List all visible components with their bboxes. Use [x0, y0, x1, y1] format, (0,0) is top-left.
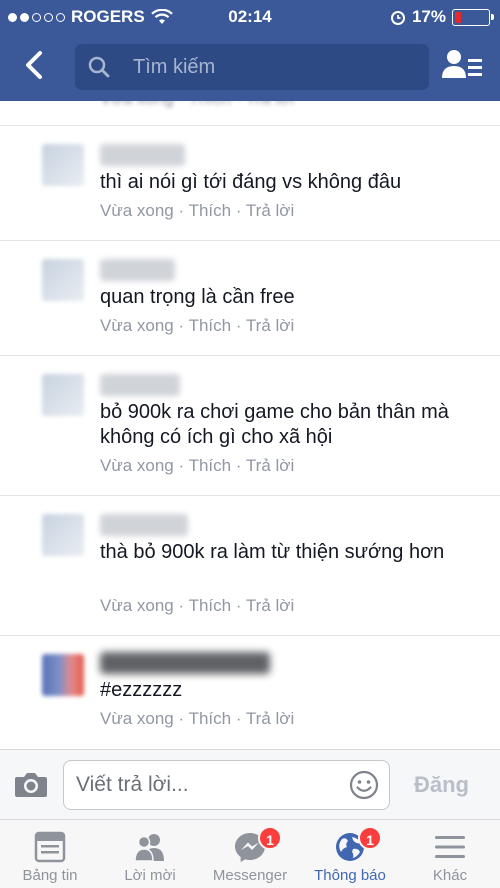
- comment-item: bỏ 900k ra chơi game cho bản thân mà khô…: [0, 356, 500, 496]
- search-bar[interactable]: Tìm kiếm: [75, 44, 429, 90]
- commenter-name[interactable]: [100, 652, 270, 674]
- reply-composer: Đăng: [0, 749, 500, 819]
- like-button[interactable]: Thích: [189, 709, 232, 728]
- reply-button[interactable]: Trả lời: [246, 201, 294, 220]
- search-icon: [88, 56, 110, 78]
- status-bar: ROGERS 02:14 17%: [0, 0, 500, 34]
- reply-input[interactable]: [76, 771, 346, 799]
- tab-notifications[interactable]: 1 Thông báo: [300, 820, 400, 888]
- avatar[interactable]: [42, 144, 84, 186]
- comment-item: #ezzzzzz Vừa xong · Thích · Trả lời: [0, 636, 500, 749]
- news-feed-icon: [34, 831, 66, 863]
- commenter-name[interactable]: [100, 514, 188, 536]
- search-placeholder: Tìm kiếm: [133, 56, 216, 78]
- comment-list[interactable]: Vừa xong · Thích · Trả lời thì ai nói gì…: [0, 101, 500, 749]
- comment-text: bỏ 900k ra chơi game cho bản thân mà khô…: [100, 401, 449, 448]
- commenter-name[interactable]: [100, 259, 175, 281]
- chevron-left-icon: [26, 51, 42, 79]
- comment-actions: Vừa xong · Thích · Trả lời: [100, 596, 295, 615]
- menu-icon: [435, 836, 465, 858]
- camera-button[interactable]: [14, 770, 48, 803]
- avatar[interactable]: [42, 654, 84, 696]
- tab-messenger[interactable]: 1 Messenger: [200, 820, 300, 888]
- notification-badge: 1: [358, 826, 382, 850]
- reply-button[interactable]: Trả lời: [246, 316, 294, 335]
- navigation-header: ROGERS 02:14 17% Tìm kiếm: [0, 0, 500, 101]
- comment-actions: Vừa xong · Thích · Trả lời: [100, 201, 295, 220]
- battery-icon: [452, 8, 494, 26]
- alarm-icon: [390, 11, 405, 25]
- comment-item: thì ai nói gì tới đáng vs không đâu Vừa …: [0, 126, 500, 241]
- tab-news-feed[interactable]: Bảng tin: [0, 820, 100, 888]
- friends-list-button[interactable]: [442, 48, 484, 82]
- comment-time: Vừa xong: [100, 709, 174, 728]
- commenter-name[interactable]: [100, 144, 185, 166]
- friends-list-icon: [442, 50, 482, 78]
- comment-time: Vừa xong: [100, 201, 174, 220]
- tab-label: Thông báo: [314, 867, 386, 884]
- tab-more[interactable]: Khác: [400, 820, 500, 888]
- comment-text: quan trọng là cần free: [100, 286, 295, 308]
- camera-icon: [15, 773, 47, 797]
- back-button[interactable]: [18, 48, 52, 82]
- tab-label: Messenger: [212, 867, 288, 884]
- like-button[interactable]: Thích: [189, 596, 232, 615]
- friend-requests-icon: [134, 834, 164, 862]
- comment-text: thà bỏ 900k ra làm từ thiện sướng hơn: [100, 541, 445, 563]
- comment-time: Vừa xong: [100, 316, 174, 335]
- comment-time: Vừa xong: [100, 596, 174, 615]
- comment-time: Vừa xong: [100, 456, 174, 475]
- reply-button[interactable]: Trả lời: [246, 709, 294, 728]
- like-button[interactable]: Thích: [189, 201, 232, 220]
- tab-label: Khác: [432, 867, 468, 884]
- bottom-tab-bar: Bảng tin Lời mời 1 Messenger 1 Thông báo: [0, 819, 500, 888]
- comment-actions: Vừa xong · Thích · Trả lời: [100, 316, 295, 335]
- comment-actions: Vừa xong · Thích · Trả lời: [100, 709, 295, 728]
- emoji-button[interactable]: [349, 770, 379, 805]
- reply-input-container[interactable]: [63, 760, 390, 810]
- commenter-name[interactable]: [100, 374, 180, 396]
- smiley-icon: [349, 770, 379, 800]
- comment-text: #ezzzzzz: [100, 679, 183, 701]
- comment-item: quan trọng là cần free Vừa xong · Thích …: [0, 241, 500, 356]
- notification-badge: 1: [258, 826, 282, 850]
- tab-friend-requests[interactable]: Lời mời: [100, 820, 200, 888]
- like-button[interactable]: Thích: [189, 456, 232, 475]
- battery-percentage: 17%: [411, 7, 446, 26]
- avatar[interactable]: [42, 259, 84, 301]
- comment-item: thà bỏ 900k ra làm từ thiện sướng hơn Vừ…: [0, 496, 500, 636]
- post-button[interactable]: Đăng: [414, 772, 469, 798]
- avatar[interactable]: [42, 514, 84, 556]
- list-divider: [0, 101, 500, 126]
- reply-button[interactable]: Trả lời: [246, 456, 294, 475]
- avatar[interactable]: [42, 374, 84, 416]
- like-button[interactable]: Thích: [189, 316, 232, 335]
- comment-text: thì ai nói gì tới đáng vs không đâu: [100, 171, 402, 193]
- tab-label: Bảng tin: [22, 867, 78, 884]
- tab-label: Lời mời: [124, 867, 176, 884]
- comment-actions: Vừa xong · Thích · Trả lời: [100, 456, 295, 475]
- reply-button[interactable]: Trả lời: [246, 596, 294, 615]
